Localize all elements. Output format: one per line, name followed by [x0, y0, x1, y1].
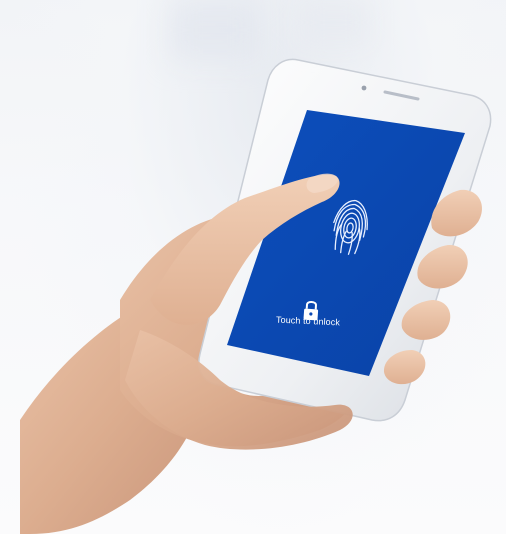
hand-holding-phone: [20, 58, 492, 534]
photo-scene: Touch to unlock: [0, 0, 506, 534]
